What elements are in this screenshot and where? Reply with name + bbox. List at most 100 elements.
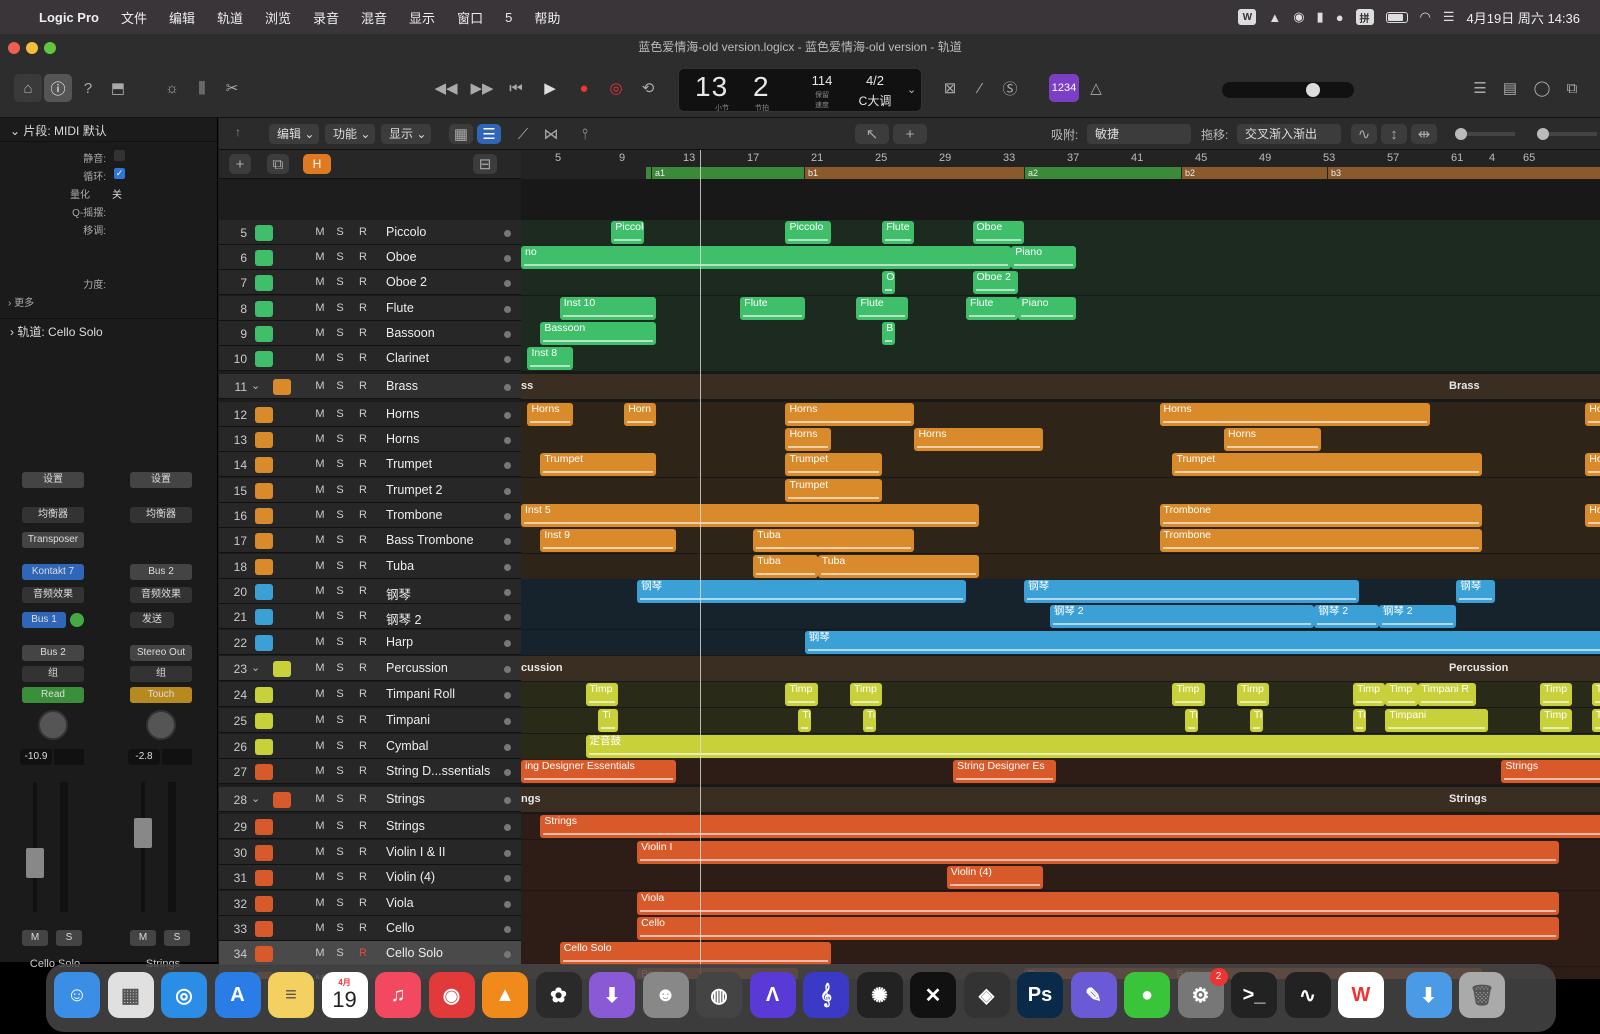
strip1-pan-knob[interactable]	[38, 710, 68, 740]
mute-button[interactable]: M	[314, 846, 326, 858]
pen-icon[interactable]: ✎	[1070, 972, 1117, 1018]
solo-button[interactable]: S	[334, 276, 346, 288]
midi-region[interactable]: Cello Solo	[559, 942, 831, 965]
midi-region[interactable]: Horn	[624, 403, 657, 426]
track-header[interactable]: 26 M S R Cymbal	[219, 734, 521, 759]
track-header[interactable]: 24 M S R Timpani Roll	[219, 682, 521, 707]
menu-mix[interactable]: 混音	[350, 8, 398, 27]
midi-region[interactable]: Ti	[798, 709, 812, 732]
midi-region[interactable]: Ti	[1353, 709, 1366, 732]
mute-button[interactable]: M	[314, 897, 326, 909]
mute-button[interactable]: M	[314, 509, 326, 521]
midi-region[interactable]: Inst 5	[521, 504, 979, 527]
metronome-icon[interactable]: △	[1082, 74, 1110, 102]
clock[interactable]: 4月19日 周六 14:36	[1467, 8, 1580, 27]
track-lane[interactable]	[521, 427, 1600, 452]
solo-button[interactable]: S	[334, 636, 346, 648]
midi-region[interactable]: String Designer Es	[953, 760, 1057, 783]
flex-icon[interactable]: ⋈	[539, 124, 563, 144]
strip1-setting[interactable]: 设置	[22, 472, 84, 488]
track-lane[interactable]	[521, 865, 1600, 890]
mute-button[interactable]: M	[314, 408, 326, 420]
record-enable-button[interactable]: R	[357, 871, 369, 883]
solo-button[interactable]: S	[334, 352, 346, 364]
menu-edit[interactable]: 编辑	[158, 8, 206, 27]
marker[interactable]: b1	[804, 167, 1024, 179]
track-lane[interactable]	[521, 656, 1600, 681]
record-enable-button[interactable]: R	[357, 327, 369, 339]
strip2-fx[interactable]: 音频效果	[130, 587, 192, 603]
midi-region[interactable]: Tir	[1591, 683, 1600, 706]
midi-region[interactable]: Inst 10	[559, 297, 657, 320]
track-header[interactable]: 9 M S R Bassoon	[219, 321, 521, 346]
strip1-fader[interactable]	[26, 848, 44, 878]
launchpad-icon[interactable]: ▦	[107, 972, 154, 1018]
record-enable-button[interactable]: R	[357, 276, 369, 288]
record-enable-button[interactable]: R	[357, 352, 369, 364]
automation-icon[interactable]: ⟋	[511, 124, 535, 144]
track-header[interactable]: 31 M S R Violin (4)	[219, 865, 521, 890]
wps-icon[interactable]: W	[1338, 972, 1384, 1018]
horizontal-zoom-slider[interactable]	[1537, 128, 1597, 140]
solo-button[interactable]: S	[334, 871, 346, 883]
marker[interactable]: b3	[1327, 167, 1600, 179]
browsers-icon[interactable]: ⧉	[1558, 74, 1586, 102]
control-center-icon[interactable]: ☰	[1443, 9, 1455, 25]
midi-region[interactable]: Timp	[1172, 683, 1205, 706]
smart-controls-icon[interactable]: ☼	[158, 74, 186, 102]
marker[interactable]: a2	[1024, 167, 1181, 179]
midi-region[interactable]: Piano	[1011, 246, 1076, 269]
terminal-icon[interactable]: >_	[1231, 972, 1277, 1018]
midi-region[interactable]: Horns	[914, 428, 1044, 451]
track-header[interactable]: 8 M S R Flute	[219, 296, 521, 321]
midi-region[interactable]: Trumpet	[785, 453, 883, 476]
arrange-area[interactable]: ss Brass cussion Percussion ngs Strings Piccol…	[521, 179, 1600, 979]
playhead[interactable]	[700, 150, 701, 980]
mute-button[interactable]: M	[314, 560, 326, 572]
midi-region[interactable]: 钢琴 2	[1314, 605, 1379, 628]
mixer-icon[interactable]: ⫼	[188, 74, 216, 102]
vertical-fit-icon[interactable]: ↕	[1381, 124, 1407, 144]
mute-button[interactable]: M	[314, 947, 326, 959]
openai-status-icon[interactable]: ◉	[1293, 9, 1304, 25]
midi-region[interactable]: O	[882, 271, 896, 294]
solo-button[interactable]: S	[334, 380, 346, 392]
strip1-solo[interactable]: S	[56, 930, 82, 946]
track-header[interactable]: 15 M S R Trumpet 2	[219, 478, 521, 503]
midi-region[interactable]: Flute	[882, 221, 915, 244]
menu-file[interactable]: 文件	[110, 8, 158, 27]
mute-button[interactable]: M	[314, 740, 326, 752]
folder-disclosure-icon[interactable]: ⌄	[251, 792, 260, 805]
trash-icon[interactable]: 🗑	[1459, 972, 1505, 1018]
midi-region[interactable]: Viola	[637, 892, 1560, 915]
cycle-icon[interactable]: ⟲	[634, 74, 662, 102]
mute-button[interactable]: M	[314, 793, 326, 805]
strip2-fader[interactable]	[134, 818, 152, 848]
record-enable-button[interactable]: R	[357, 846, 369, 858]
midi-region[interactable]: Cello	[637, 917, 1560, 940]
note-pad-icon[interactable]: ▤	[1496, 74, 1524, 102]
downloads-icon[interactable]: ⬇	[1405, 972, 1452, 1018]
record-enable-button[interactable]: R	[357, 897, 369, 909]
track-header[interactable]: 25 M S R Timpani	[219, 708, 521, 733]
track-header[interactable]: 13 M S R Horns	[219, 427, 521, 452]
clip-status-icon[interactable]: ▮	[1317, 9, 1324, 25]
minimize-button[interactable]	[26, 42, 38, 54]
mute-button[interactable]: M	[314, 922, 326, 934]
catch-icon[interactable]: ⫯	[573, 124, 597, 144]
midi-region[interactable]: Flute	[740, 297, 805, 320]
midi-region[interactable]: Piccolo	[611, 221, 644, 244]
midi-region[interactable]: Flute	[856, 297, 908, 320]
solo-button[interactable]: S	[334, 560, 346, 572]
disclosure-open-icon[interactable]: ⌄	[10, 124, 23, 138]
mute-button[interactable]: M	[314, 251, 326, 263]
midi-region[interactable]: Inst 8	[527, 347, 573, 370]
midi-region[interactable]: Ti	[1249, 709, 1263, 732]
capcut-icon[interactable]: ✕	[910, 972, 956, 1018]
midi-region[interactable]: 钢琴	[1024, 580, 1360, 603]
solo-button[interactable]: S	[334, 302, 346, 314]
ruler[interactable]: 5 9 13 17 21 25 29 33 37 41 45 49 53 57 61 4 65 a1 b1 a2 b2 b…	[521, 150, 1600, 180]
midi-region[interactable]: Timp	[785, 683, 818, 706]
vertical-zoom-slider[interactable]	[1455, 128, 1515, 140]
midi-region[interactable]: 钢琴	[804, 631, 1600, 654]
